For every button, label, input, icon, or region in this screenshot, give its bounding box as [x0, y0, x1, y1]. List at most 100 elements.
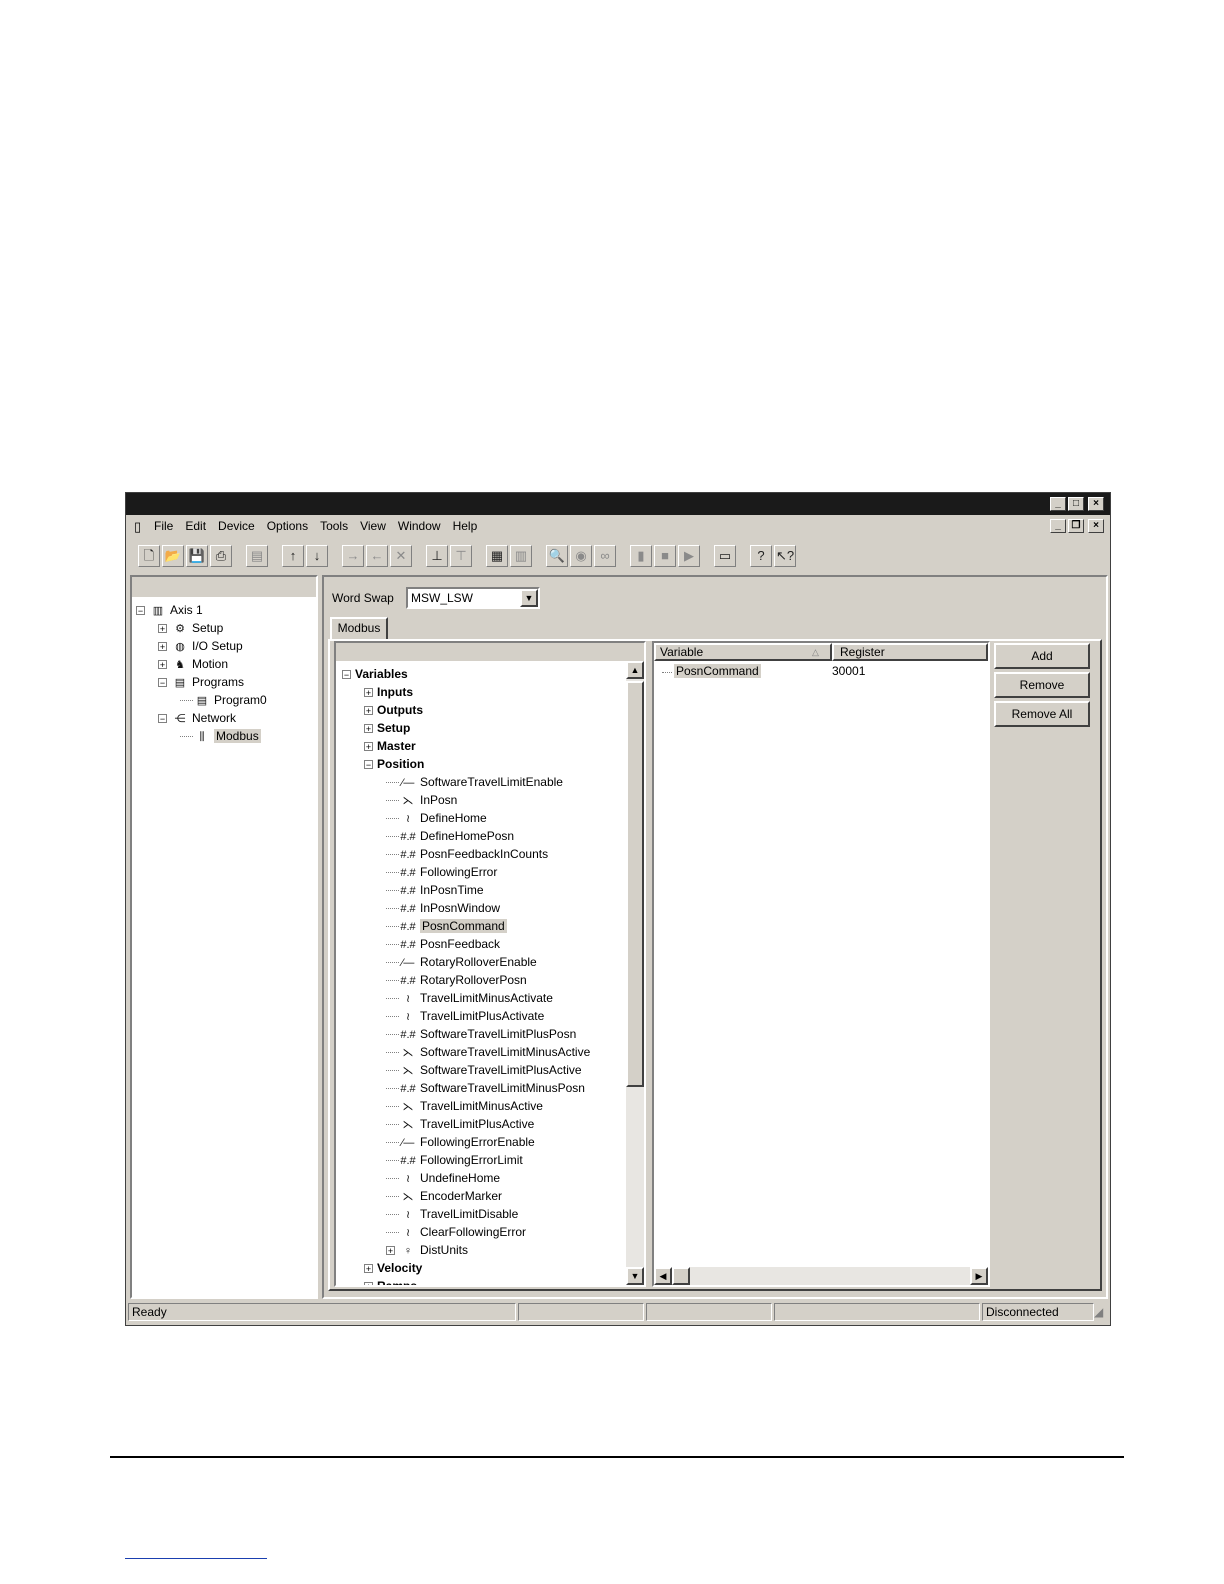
tree-item[interactable]: #.# PosnFeedback	[386, 935, 500, 953]
tree-item[interactable]: + Setup	[364, 719, 410, 737]
tab-modbus[interactable]: Modbus	[330, 617, 388, 639]
tree-item[interactable]: #.# SoftwareTravelLimitPlusPosn	[386, 1025, 576, 1043]
scroll-up-icon[interactable]: ▲	[626, 661, 644, 679]
column-header-variable[interactable]: Variable △	[654, 643, 832, 661]
menu-device[interactable]: Device	[212, 517, 261, 535]
tree-item[interactable]: − Variables	[342, 665, 408, 683]
column-header-register[interactable]: Register	[832, 643, 988, 661]
glasses-icon[interactable]: ∞	[594, 545, 616, 567]
expand-icon[interactable]: +	[158, 660, 167, 670]
paste-icon[interactable]: ▥	[510, 545, 532, 567]
menu-options[interactable]: Options	[261, 517, 314, 535]
menu-window[interactable]: Window	[392, 517, 447, 535]
scroll-thumb[interactable]	[626, 681, 644, 1087]
window-layout-icon[interactable]: ▭	[714, 545, 736, 567]
properties-icon[interactable]: ▤	[246, 545, 268, 567]
compile-icon[interactable]: ▦	[486, 545, 508, 567]
delete-icon[interactable]: ✕	[390, 545, 412, 567]
tree-item[interactable]: ⋋ TravelLimitPlusActive	[386, 1115, 534, 1133]
tree-item[interactable]: ⁄— RotaryRolloverEnable	[386, 953, 537, 971]
tree-item[interactable]: + Master	[364, 737, 416, 755]
add-button[interactable]: Add	[994, 643, 1090, 669]
print-icon[interactable]: ⎙	[210, 545, 232, 567]
hscroll-thumb[interactable]	[672, 1267, 690, 1285]
child-restore-icon[interactable]: ❐	[1068, 519, 1084, 533]
menu-help[interactable]: Help	[447, 517, 484, 535]
stop-icon[interactable]: ■	[654, 545, 676, 567]
tree-item[interactable]: #.# InPosnTime	[386, 881, 484, 899]
tree-item[interactable]: ⋋ InPosn	[386, 791, 457, 809]
expand-icon[interactable]: +	[364, 1264, 373, 1274]
tree-item[interactable]: #.# PosnCommand	[386, 917, 507, 935]
expand-icon[interactable]: +	[364, 742, 373, 752]
tree-item[interactable]: ⁄— SoftwareTravelLimitEnable	[386, 773, 563, 791]
new-icon[interactable]: 🗋	[138, 545, 160, 567]
tree-item[interactable]: ⋋ TravelLimitMinusActive	[386, 1097, 543, 1115]
run-icon[interactable]: ▮	[630, 545, 652, 567]
tree-item[interactable]: ⫼ Modbus	[180, 727, 261, 745]
tree-item[interactable]: + Outputs	[364, 701, 423, 719]
tree-item[interactable]: − ▤ Programs	[158, 673, 244, 691]
tree-item[interactable]: #.# SoftwareTravelLimitMinusPosn	[386, 1079, 585, 1097]
document-icon[interactable]: ▯	[134, 519, 141, 535]
expand-icon[interactable]: +	[158, 642, 167, 652]
tree-item[interactable]: − Position	[364, 755, 424, 773]
scroll-down-icon[interactable]: ▼	[626, 1267, 644, 1285]
upload-icon[interactable]: ↑	[282, 545, 304, 567]
tree-item[interactable]: #.# RotaryRolloverPosn	[386, 971, 527, 989]
context-help-icon[interactable]: ↖?	[774, 545, 796, 567]
tree-item[interactable]: ≀ ClearFollowingError	[386, 1223, 526, 1241]
tree-item[interactable]: + Ramps	[364, 1277, 417, 1285]
step-icon[interactable]: ▶	[678, 545, 700, 567]
help-icon[interactable]: ?	[750, 545, 772, 567]
expand-icon[interactable]: +	[158, 624, 167, 634]
horizontal-scrollbar[interactable]: ◀ ▶	[654, 1267, 988, 1285]
scroll-right-icon[interactable]: ▶	[970, 1267, 988, 1285]
vertical-scrollbar[interactable]: ▲ ▼	[626, 661, 644, 1285]
expand-icon[interactable]: +	[364, 724, 373, 734]
expand-icon[interactable]: +	[364, 1282, 373, 1285]
download-icon[interactable]: ↓	[306, 545, 328, 567]
open-icon[interactable]: 📂	[162, 545, 184, 567]
collapse-icon[interactable]: −	[158, 714, 167, 724]
collapse-icon[interactable]: −	[342, 670, 351, 680]
remove-branch-icon[interactable]: ⊤	[450, 545, 472, 567]
menu-file[interactable]: File	[148, 517, 179, 535]
tree-item[interactable]: ▤ Program0	[180, 691, 267, 709]
collapse-icon[interactable]: −	[158, 678, 167, 688]
tree-item[interactable]: − ▥ Axis 1	[136, 601, 203, 619]
add-branch-icon[interactable]: ⊥	[426, 545, 448, 567]
collapse-icon[interactable]: −	[136, 606, 145, 616]
tree-item[interactable]: ≀ DefineHome	[386, 809, 487, 827]
insert-after-icon[interactable]: ←	[366, 545, 388, 567]
menu-edit[interactable]: Edit	[179, 517, 212, 535]
minimize-icon[interactable]: _	[1050, 497, 1066, 511]
remove-button[interactable]: Remove	[994, 672, 1090, 698]
word-swap-select[interactable]: MSW_LSW ▼	[406, 587, 540, 609]
resize-grip-icon[interactable]: ◢	[1094, 1305, 1103, 1319]
tree-item[interactable]: + Velocity	[364, 1259, 422, 1277]
tree-item[interactable]: ⋋ SoftwareTravelLimitPlusActive	[386, 1061, 582, 1079]
tree-item[interactable]: + ♞ Motion	[158, 655, 228, 673]
child-minimize-icon[interactable]: _	[1050, 519, 1066, 533]
insert-before-icon[interactable]: →	[342, 545, 364, 567]
tree-item[interactable]: #.# DefineHomePosn	[386, 827, 514, 845]
tree-item[interactable]: ⁄— FollowingErrorEnable	[386, 1133, 535, 1151]
tree-item[interactable]: #.# FollowingErrorLimit	[386, 1151, 523, 1169]
tree-item[interactable]: #.# FollowingError	[386, 863, 497, 881]
tree-item[interactable]: ⋋ EncoderMarker	[386, 1187, 502, 1205]
maximize-icon[interactable]: □	[1068, 497, 1084, 511]
close-icon[interactable]: ×	[1088, 497, 1104, 511]
expand-icon[interactable]: +	[386, 1246, 395, 1256]
tree-item[interactable]: − ⋲ Network	[158, 709, 236, 727]
menu-tools[interactable]: Tools	[314, 517, 354, 535]
scroll-left-icon[interactable]: ◀	[654, 1267, 672, 1285]
menu-view[interactable]: View	[354, 517, 392, 535]
find-icon[interactable]: 🔍	[546, 545, 568, 567]
table-row[interactable]: PosnCommand 30001	[654, 663, 988, 681]
collapse-icon[interactable]: −	[364, 760, 373, 770]
tree-item[interactable]: + ♀ DistUnits	[386, 1241, 468, 1259]
chevron-down-icon[interactable]: ▼	[520, 589, 538, 607]
remove-all-button[interactable]: Remove All	[994, 701, 1090, 727]
save-icon[interactable]: 💾	[186, 545, 208, 567]
